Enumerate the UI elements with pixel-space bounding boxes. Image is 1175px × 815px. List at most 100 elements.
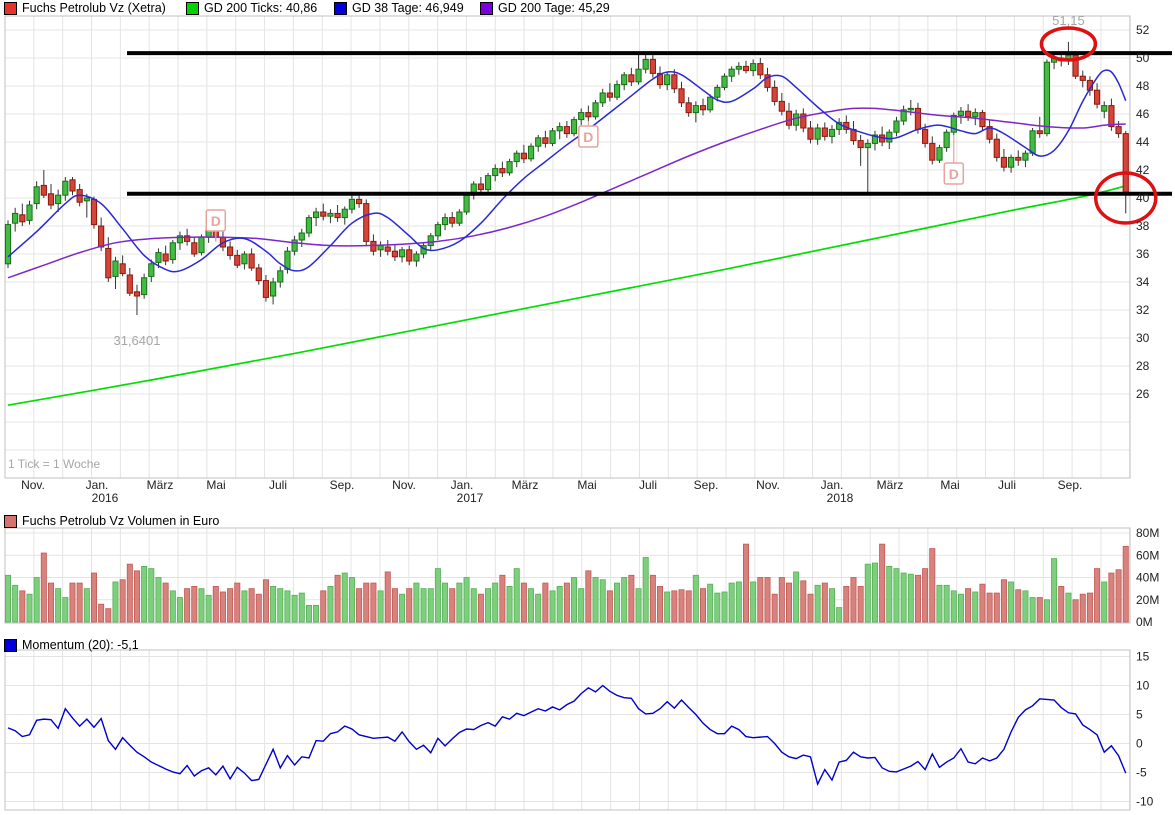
volume-bar [306,605,311,622]
volume-bar [485,589,490,622]
candlestick [700,106,705,110]
candlestick [779,101,784,111]
month-axis-label: Jan. [451,478,474,492]
candlestick [958,111,963,115]
volume-bar [607,591,612,622]
gd38tage-label: GD 38 Tage: 46,949 [352,1,464,15]
candlestick [579,113,584,120]
candlestick [91,199,96,224]
dividend-marker-letter: D [583,129,593,145]
volume-bar [514,569,519,622]
price-axis-tick-label: 28 [1136,359,1150,373]
month-axis-label: Sep. [694,478,719,492]
price-axis-tick-label: 48 [1136,79,1150,93]
volume-bar [808,594,813,622]
candlestick [442,218,447,225]
momentum-line [8,686,1126,785]
candlestick [127,275,132,293]
volume-bar [263,580,268,622]
candlestick [937,148,942,161]
volume-bar [70,583,75,622]
candlestick [528,146,533,159]
candlestick [643,59,648,69]
gd200tage-label: GD 200 Tage: 45,29 [498,1,610,15]
volume-bar [636,589,641,622]
pane-border [5,650,1130,810]
volume-axis-tick-label: 80M [1136,526,1159,540]
legend-item-gd200ticks: GD 200 Ticks: 40,86 [186,1,317,15]
volume-bar [163,583,168,622]
volume-bar [407,589,412,622]
volume-bar [915,575,920,622]
candlestick [228,247,233,255]
volume-bar [1102,582,1107,622]
volume-bar [335,575,340,622]
volume-bar [385,572,390,622]
legend-item-volume: Fuchs Petrolub Vz Volumen in Euro [4,514,219,528]
month-axis-label: Mai [577,478,596,492]
volume-bar [48,583,53,622]
month-axis-label: Nov. [392,478,416,492]
candlestick [335,213,340,217]
price-axis-tick-label: 26 [1136,387,1150,401]
candlestick [865,143,870,147]
volume-bar [249,589,254,622]
volume-bar [435,569,440,622]
volume-bar [564,583,569,622]
volume-bar [149,569,154,622]
volume-bar [213,586,218,622]
volume-bar [765,578,770,623]
volume-bar [134,571,139,622]
candlestick [493,169,498,176]
candlestick [457,212,462,223]
candlestick [321,212,326,216]
candlestick [371,241,376,251]
price-axis-tick-label: 50 [1136,51,1150,65]
candlestick [120,264,125,274]
month-axis-label: März [877,478,904,492]
volume-bar [278,589,283,622]
candlestick [908,108,913,109]
candlestick [557,127,562,131]
candlestick [1016,157,1021,160]
candlestick [385,247,390,251]
volume-bar [1001,580,1006,622]
momentum-axis-tick-label: -5 [1136,766,1147,780]
month-axis-label: Mai [940,478,959,492]
volume-bar [113,582,118,622]
candlestick [156,253,161,263]
candlestick [944,132,949,147]
price-axis-tick-label: 30 [1136,331,1150,345]
volume-bar [722,592,727,622]
volume-bar [593,578,598,623]
momentum-legend: Momentum (20): -5,1 [0,638,1175,652]
candlestick [1009,157,1014,167]
momentum-axis-tick-label: -10 [1136,795,1154,809]
volume-bar [951,591,956,622]
volume-bar [650,575,655,622]
candlestick [743,66,748,70]
tick-note-label: 1 Tick = 1 Woche [8,457,100,471]
candlestick [564,127,569,134]
volume-bar [1044,600,1049,622]
volume-bar [106,609,111,622]
month-axis-label: Juli [269,478,287,492]
candlestick [729,69,734,76]
candlestick [142,278,147,295]
price-axis-tick-label: 52 [1136,23,1150,37]
volume-bar [242,591,247,622]
volume-bar [958,594,963,622]
candlestick [27,205,32,220]
chart-canvas: DDD51,1531,64011 Tick = 1 Woche525048464… [0,0,1175,815]
candlestick [192,243,197,254]
volume-bar [292,595,297,622]
volume-bar [571,578,576,623]
month-axis-label: Nov. [21,478,45,492]
candlestick [672,75,677,89]
volume-bar [442,583,447,622]
volume-bar [235,583,240,622]
price-axis-tick-label: 44 [1136,135,1150,149]
volume-bar [5,575,10,622]
volume-bar [199,589,204,622]
candlestick [328,213,333,216]
